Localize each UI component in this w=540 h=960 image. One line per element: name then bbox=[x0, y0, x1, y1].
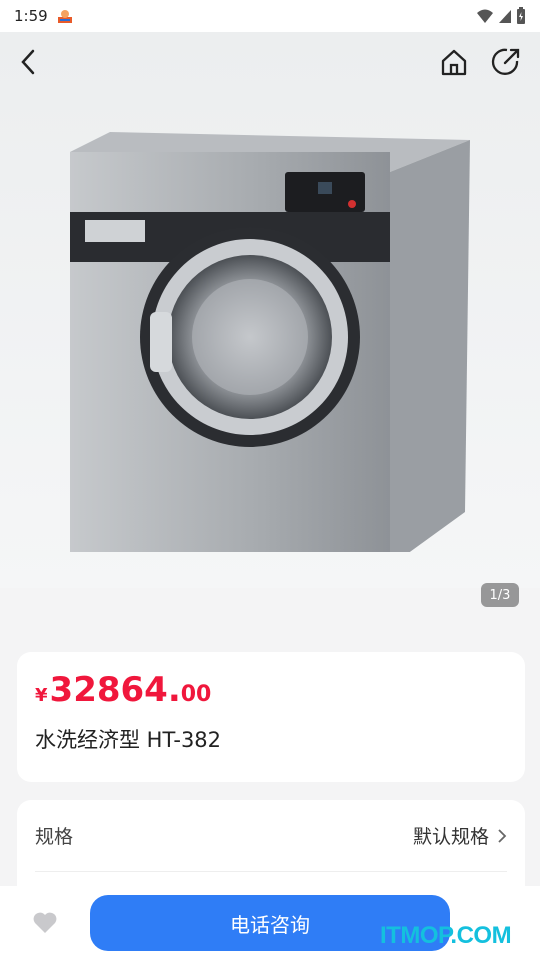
watermark: ITMOP.COM bbox=[380, 922, 512, 949]
status-bar: 1:59 bbox=[0, 0, 540, 32]
product-image-gallery[interactable] bbox=[0, 32, 540, 588]
price-card: ¥ 32864. 00 水洗经济型 HT-382 bbox=[17, 652, 525, 782]
washing-machine-image bbox=[70, 132, 470, 552]
share-button[interactable] bbox=[488, 44, 524, 80]
back-button[interactable] bbox=[10, 44, 46, 80]
app-notification-icon bbox=[57, 10, 72, 23]
price: ¥ 32864. 00 bbox=[35, 670, 507, 710]
status-time: 1:59 bbox=[14, 7, 48, 25]
chevron-right-icon bbox=[498, 828, 507, 843]
favorite-button[interactable] bbox=[0, 886, 90, 960]
battery-icon bbox=[517, 7, 525, 24]
price-integer: 32864. bbox=[49, 670, 181, 710]
wifi-icon bbox=[477, 9, 493, 23]
home-button[interactable] bbox=[436, 44, 472, 80]
home-icon bbox=[441, 49, 467, 76]
spec-label: 规格 bbox=[35, 826, 74, 848]
status-icons bbox=[476, 7, 526, 25]
price-currency: ¥ bbox=[35, 685, 48, 706]
share-icon bbox=[491, 48, 520, 75]
spec-value: 默认规格 bbox=[412, 826, 489, 848]
spec-value-group: 默认规格 bbox=[413, 822, 507, 849]
chevron-left-icon bbox=[21, 49, 35, 75]
heart-icon bbox=[33, 912, 57, 933]
price-decimal: 00 bbox=[180, 682, 212, 707]
spec-selector[interactable]: 规格 默认规格 bbox=[35, 800, 507, 872]
product-title: 水洗经济型 HT-382 bbox=[35, 728, 222, 752]
signal-icon bbox=[499, 10, 511, 23]
image-counter: 1/3 bbox=[481, 583, 519, 607]
